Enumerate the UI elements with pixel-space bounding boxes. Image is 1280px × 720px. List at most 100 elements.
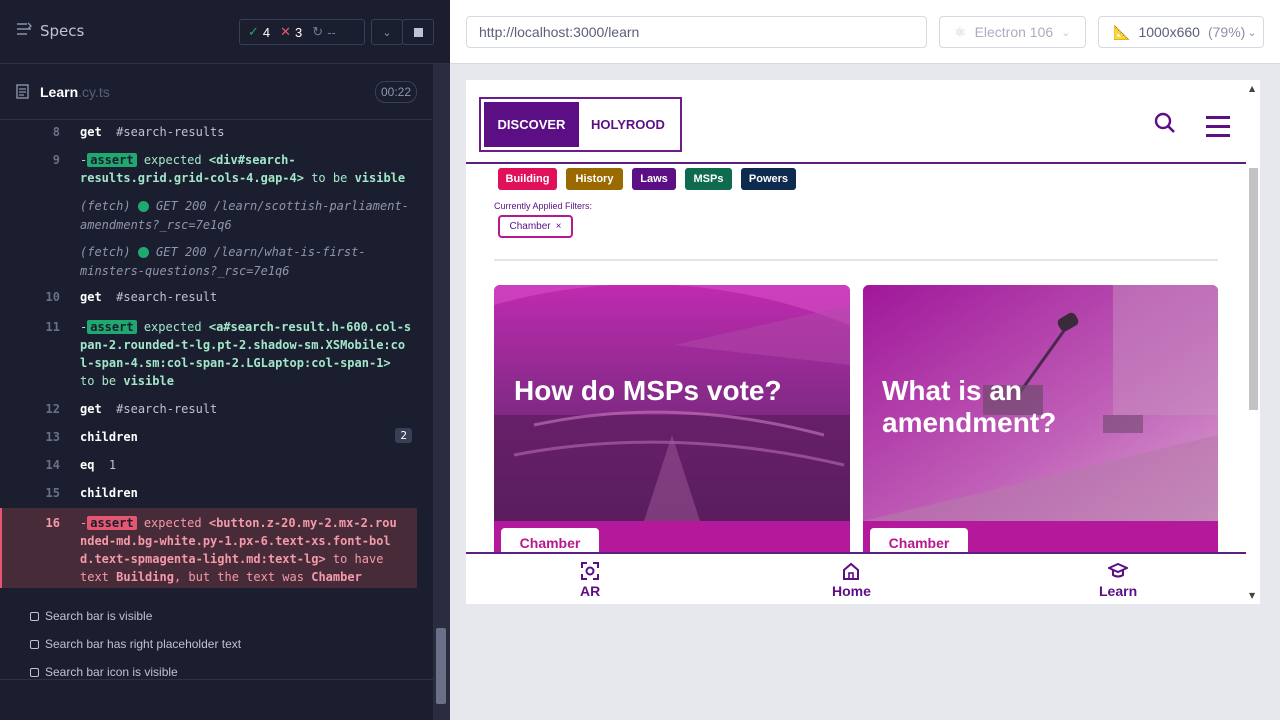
- status-dot-icon: [137, 247, 149, 258]
- assert-text: , but the text was: [173, 570, 304, 584]
- bottom-nav: AR Home Learn: [466, 552, 1246, 604]
- command-name: get: [80, 125, 102, 139]
- hamburger-menu-icon[interactable]: [1206, 116, 1230, 143]
- nav-label: Learn: [1099, 583, 1138, 599]
- test-item[interactable]: Search bar icon is visible: [30, 658, 241, 686]
- failed-command-row[interactable]: 16 - assert expected <button.z-20.my-2.mx…: [0, 508, 417, 588]
- command-arg: 1: [108, 458, 117, 472]
- viewport-size: 1000x660: [1138, 24, 1200, 40]
- line-number: 9: [52, 153, 60, 167]
- spec-file-name: Learn.cy.ts: [40, 84, 110, 100]
- graduation-cap-icon: [1106, 562, 1130, 583]
- xhr-row[interactable]: (fetch) GET 200 /learn/what-is-first-min…: [0, 240, 432, 286]
- logo-discover: DISCOVER: [484, 102, 579, 147]
- browser-name: Electron 106: [974, 24, 1054, 40]
- divider: [494, 259, 1218, 261]
- command-row[interactable]: 10 get #search-result: [0, 286, 432, 312]
- test-item[interactable]: Search bar is visible: [30, 602, 241, 630]
- specs-toggle[interactable]: Specs: [16, 22, 84, 40]
- site-header: DISCOVER HOLYROOD: [466, 80, 1246, 164]
- site-logo[interactable]: DISCOVER HOLYROOD: [479, 97, 682, 152]
- filter-chip-history[interactable]: History: [566, 168, 623, 190]
- app-scrollbar-thumb[interactable]: [1249, 168, 1258, 410]
- command-log-scrollbar[interactable]: [433, 64, 450, 720]
- command-row[interactable]: 13 children 2: [0, 424, 432, 452]
- nav-label: Home: [832, 583, 871, 599]
- document-icon: [16, 84, 29, 103]
- test-item[interactable]: Search bar has right placeholder text: [30, 630, 241, 658]
- test-title: Search bar icon is visible: [45, 665, 178, 679]
- test-title: Search bar is visible: [45, 609, 153, 623]
- pass-check-icon: ✓: [248, 24, 259, 39]
- fail-x-icon: ✕: [280, 24, 292, 39]
- nav-item-ar[interactable]: AR: [580, 562, 600, 599]
- checkbox-icon: [30, 611, 39, 621]
- stop-icon: [413, 27, 423, 37]
- assert-text: to be: [311, 171, 348, 185]
- assert-text: to be: [80, 374, 117, 388]
- line-number: 14: [45, 458, 60, 472]
- spec-file-header[interactable]: Learn.cy.ts 00:22: [0, 76, 432, 120]
- applied-filters-label: Currently Applied Filters:: [494, 201, 593, 211]
- command-arg: #search-result: [116, 290, 218, 304]
- filter-chip-laws[interactable]: Laws: [632, 168, 676, 190]
- duration-badge: 00:22: [375, 81, 417, 103]
- command-row[interactable]: 8 get #search-results: [0, 120, 432, 146]
- search-icon[interactable]: [1154, 112, 1176, 138]
- children-count-badge: 2: [395, 428, 412, 443]
- command-row[interactable]: 14 eq 1: [0, 452, 432, 480]
- assert-badge: assert: [87, 516, 137, 530]
- scrollbar-thumb[interactable]: [436, 628, 446, 704]
- xhr-row[interactable]: (fetch) GET 200 /learn/scottish-parliame…: [0, 194, 432, 240]
- chevron-down-icon: ⌄: [1247, 26, 1257, 39]
- close-icon[interactable]: ×: [556, 221, 562, 232]
- scroll-down-icon[interactable]: ▼: [1249, 591, 1255, 600]
- filter-chip-powers[interactable]: Powers: [741, 168, 796, 190]
- passed-count: 4: [262, 24, 271, 40]
- logo-holyrood: HOLYROOD: [591, 117, 665, 132]
- line-number: 15: [45, 486, 60, 500]
- browser-toolbar: http://localhost:3000/learn ⚛ Electron 1…: [450, 0, 1280, 64]
- browser-selector[interactable]: ⚛ Electron 106 ⌄: [939, 16, 1086, 48]
- command-log: 8 get #search-results 9 - assert expected…: [0, 120, 432, 588]
- stop-button[interactable]: [402, 19, 434, 45]
- command-name: get: [80, 402, 102, 416]
- checkbox-icon: [30, 667, 39, 677]
- assert-value: visible: [123, 374, 174, 388]
- card-title: What is an amendment?: [882, 375, 1057, 438]
- test-title: Search bar has right placeholder text: [45, 637, 242, 651]
- url-bar[interactable]: http://localhost:3000/learn: [466, 16, 927, 48]
- command-row[interactable]: 11 - assert expected <a#search-result.h-6…: [0, 312, 432, 396]
- nav-item-learn[interactable]: Learn: [1099, 562, 1137, 599]
- command-row[interactable]: 12 get #search-result: [0, 396, 432, 424]
- nav-item-home[interactable]: Home: [832, 562, 871, 599]
- ar-scan-icon: [581, 562, 600, 583]
- command-name: eq: [80, 458, 95, 472]
- line-number: 11: [45, 320, 60, 334]
- expected-value: Building: [116, 570, 174, 584]
- command-arg: #search-result: [116, 402, 218, 416]
- applied-filter-label: Chamber: [509, 221, 551, 232]
- line-number: 10: [45, 290, 60, 304]
- xhr-label: (fetch): [80, 245, 131, 259]
- filter-chip-building[interactable]: Building: [498, 168, 557, 190]
- filter-chip-msps[interactable]: MSPs: [685, 168, 732, 190]
- applied-filter-chamber[interactable]: Chamber ×: [498, 215, 573, 238]
- specs-label: Specs: [40, 22, 85, 40]
- command-row[interactable]: 15 children: [0, 480, 432, 508]
- viewport-selector[interactable]: 📐 1000x660 (79%) ⌄: [1098, 16, 1264, 48]
- xhr-label: (fetch): [80, 199, 131, 213]
- assert-badge: assert: [87, 320, 137, 334]
- assert-text: expected: [143, 153, 202, 167]
- command-arg: #search-results: [116, 125, 225, 139]
- spec-file-ext: .cy.ts: [78, 84, 110, 100]
- chevron-down-icon: ⌄: [1061, 26, 1071, 39]
- line-number: 12: [45, 402, 60, 416]
- failed-count: 3: [295, 24, 303, 40]
- collapse-button[interactable]: ⌄: [371, 19, 403, 45]
- command-row[interactable]: 9 - assert expected <div#search-results.g…: [0, 146, 432, 194]
- scroll-up-icon[interactable]: ▲: [1249, 84, 1255, 93]
- actual-value: Chamber: [311, 570, 362, 584]
- checkbox-icon: [30, 639, 39, 649]
- command-name: get: [80, 290, 102, 304]
